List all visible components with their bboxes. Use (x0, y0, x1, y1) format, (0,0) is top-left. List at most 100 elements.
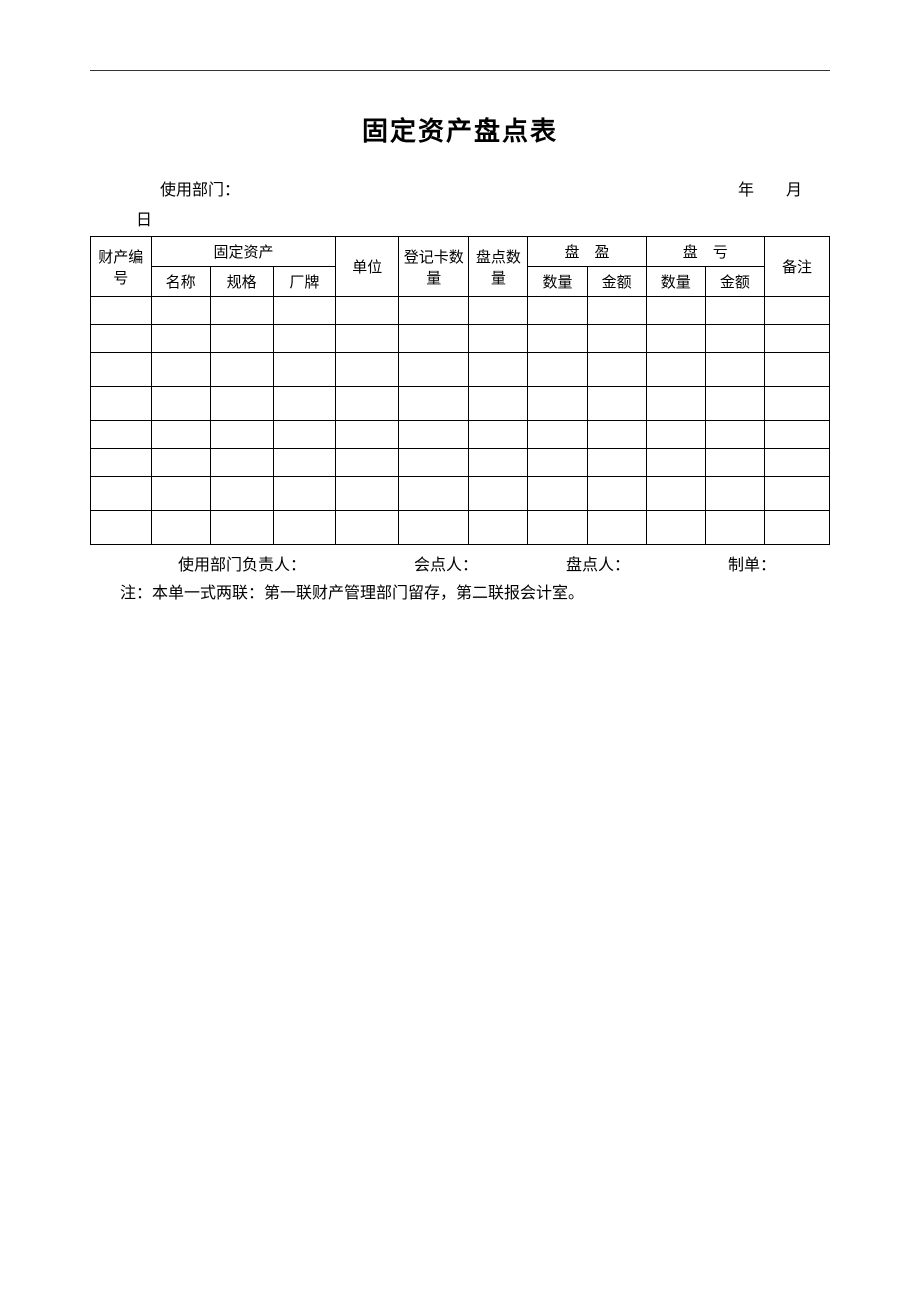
header-row-1: 财产编号 固定资产 单位 登记卡数量 盘点数量 盘 盈 盘 亏 备注 (91, 237, 830, 267)
cell (528, 325, 587, 353)
top-rule (90, 70, 830, 71)
th-spec: 规格 (210, 267, 273, 297)
cell (210, 387, 273, 421)
th-surplus: 盘 盈 (528, 237, 646, 267)
th-chk-qty: 盘点数量 (469, 237, 528, 297)
cell (273, 511, 336, 545)
date-area: 年 月 (710, 176, 830, 200)
cell (646, 421, 705, 449)
cell (764, 449, 829, 477)
cell (273, 325, 336, 353)
cell (336, 353, 399, 387)
table-row (91, 421, 830, 449)
table-row (91, 387, 830, 421)
th-asset-no: 财产编号 (91, 237, 152, 297)
cell (469, 449, 528, 477)
cell (399, 297, 469, 325)
cell (399, 325, 469, 353)
cell (587, 511, 646, 545)
cell (151, 297, 210, 325)
table-row (91, 297, 830, 325)
cell (151, 511, 210, 545)
year-label: 年 (738, 176, 754, 200)
day-row: 日 (90, 206, 830, 230)
cell (469, 477, 528, 511)
cell (646, 477, 705, 511)
cell (528, 353, 587, 387)
th-surplus-amt: 金额 (587, 267, 646, 297)
cell (587, 477, 646, 511)
cell (528, 449, 587, 477)
cell (273, 421, 336, 449)
cell (587, 449, 646, 477)
cell (336, 297, 399, 325)
cell (151, 477, 210, 511)
cell (151, 449, 210, 477)
th-surplus-qty: 数量 (528, 267, 587, 297)
cell (587, 387, 646, 421)
th-unit: 单位 (336, 237, 399, 297)
cell (528, 297, 587, 325)
table-body (91, 297, 830, 545)
cell (587, 297, 646, 325)
cell (705, 511, 764, 545)
cell (528, 511, 587, 545)
cell (210, 297, 273, 325)
cell (646, 387, 705, 421)
cell (469, 387, 528, 421)
cell (764, 421, 829, 449)
cell (646, 511, 705, 545)
month-label: 月 (786, 176, 802, 200)
cell (336, 421, 399, 449)
cell (764, 387, 829, 421)
cell (210, 353, 273, 387)
table-row (91, 511, 830, 545)
cell (151, 325, 210, 353)
cell (705, 297, 764, 325)
cell (210, 511, 273, 545)
cell (91, 387, 152, 421)
cell (646, 297, 705, 325)
cell (646, 449, 705, 477)
table-row (91, 449, 830, 477)
sig-preparer: 制单： (728, 551, 776, 575)
cell (399, 511, 469, 545)
cell (336, 511, 399, 545)
cell (587, 325, 646, 353)
cell (646, 353, 705, 387)
cell (587, 421, 646, 449)
cell (528, 477, 587, 511)
sig-inventory: 盘点人： (566, 551, 724, 575)
cell (469, 511, 528, 545)
cell (399, 421, 469, 449)
cell (273, 477, 336, 511)
sig-dept-manager: 使用部门负责人： (178, 551, 410, 575)
cell (399, 449, 469, 477)
meta-row: 使用部门： 年 月 (90, 176, 830, 200)
th-brand: 厂牌 (273, 267, 336, 297)
cell (151, 387, 210, 421)
th-deficit-qty: 数量 (646, 267, 705, 297)
cell (151, 421, 210, 449)
cell (705, 477, 764, 511)
th-deficit: 盘 亏 (646, 237, 764, 267)
cell (336, 387, 399, 421)
cell (210, 477, 273, 511)
cell (705, 449, 764, 477)
cell (528, 421, 587, 449)
cell (336, 325, 399, 353)
th-remark: 备注 (764, 237, 829, 297)
cell (646, 325, 705, 353)
cell (273, 387, 336, 421)
table-row (91, 353, 830, 387)
cell (210, 325, 273, 353)
cell (91, 477, 152, 511)
th-fixed-asset: 固定资产 (151, 237, 336, 267)
cell (336, 477, 399, 511)
cell (705, 353, 764, 387)
cell (705, 387, 764, 421)
table-row (91, 477, 830, 511)
cell (528, 387, 587, 421)
cell (705, 325, 764, 353)
table-row (91, 325, 830, 353)
